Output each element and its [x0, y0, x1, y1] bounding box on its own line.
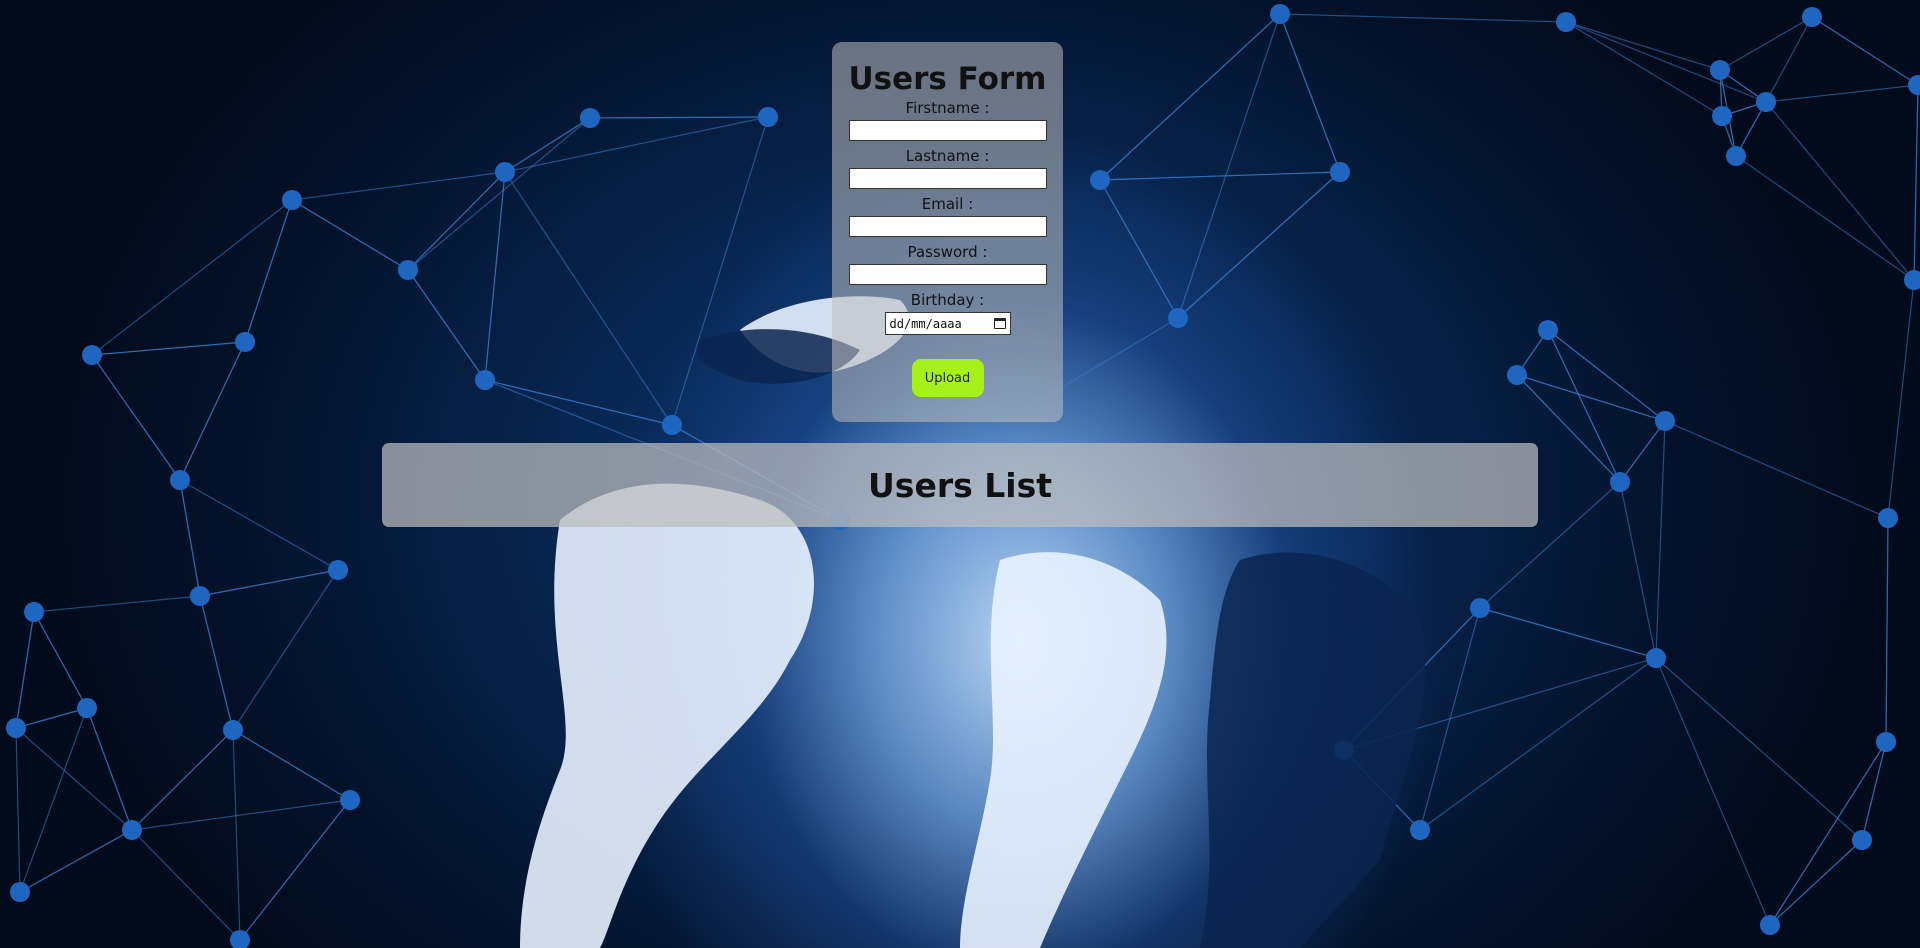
calendar-icon[interactable] — [993, 318, 1006, 329]
birthday-date-input[interactable]: dd/mm/aaaa — [884, 312, 1011, 335]
lastname-input[interactable] — [848, 168, 1047, 189]
email-input[interactable] — [848, 216, 1047, 237]
firstname-input[interactable] — [848, 120, 1047, 141]
users-form-panel: Users Form Firstname : Lastname : Email … — [832, 42, 1063, 422]
form-title: Users Form — [848, 61, 1047, 97]
date-placeholder: dd/mm/aaaa — [889, 316, 962, 331]
birthday-label: Birthday : — [910, 291, 985, 309]
users-list-title: Users List — [868, 465, 1052, 505]
email-label: Email : — [921, 195, 974, 213]
lastname-label: Lastname : — [905, 147, 990, 165]
users-list-panel: Users List — [382, 443, 1538, 527]
upload-button[interactable]: Upload — [911, 359, 984, 397]
firstname-label: Firstname : — [905, 99, 990, 117]
password-label: Password : — [907, 243, 988, 261]
password-input[interactable] — [848, 264, 1047, 285]
